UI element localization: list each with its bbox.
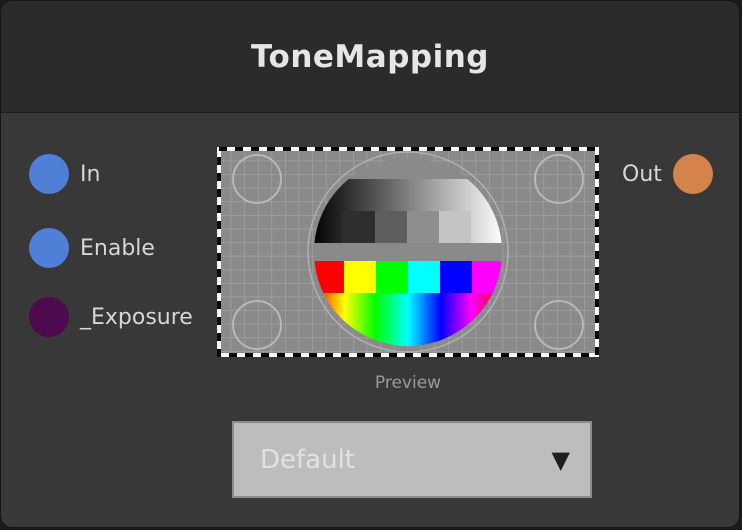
port-connector-icon[interactable] xyxy=(29,154,69,194)
dropdown-value: Default xyxy=(260,444,355,475)
port-connector-icon[interactable] xyxy=(29,297,69,337)
input-port-exposure[interactable]: _Exposure xyxy=(29,297,193,337)
tonemapping-node[interactable]: ToneMapping In Enable _Exposure Out Prev… xyxy=(0,0,740,528)
preview-image xyxy=(217,147,599,357)
caret-down-icon[interactable]: ▼ xyxy=(552,446,570,474)
tonemapping-mode-dropdown[interactable]: Default ▼ xyxy=(232,421,592,498)
port-label: Enable xyxy=(80,235,155,261)
port-label: Out xyxy=(622,161,662,187)
port-connector-icon[interactable] xyxy=(29,228,69,268)
input-port-enable[interactable]: Enable xyxy=(29,228,155,268)
port-label: _Exposure xyxy=(80,304,193,330)
output-port-out[interactable]: Out xyxy=(622,154,713,194)
port-connector-icon[interactable] xyxy=(672,154,713,194)
node-header[interactable]: ToneMapping xyxy=(1,1,739,113)
input-port-in[interactable]: In xyxy=(29,154,100,194)
port-label: In xyxy=(80,161,101,187)
preview-caption: Preview xyxy=(374,373,442,393)
node-title: ToneMapping xyxy=(251,38,489,75)
